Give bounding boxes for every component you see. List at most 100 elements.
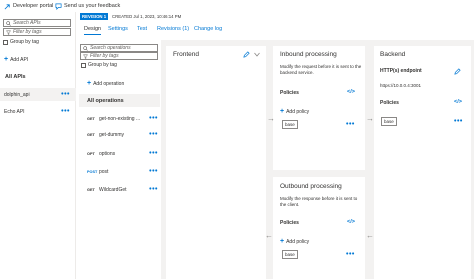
more-options-icon[interactable]: ••• <box>149 186 158 193</box>
api-item-dolphin[interactable]: dolphin_api ••• <box>0 88 76 101</box>
arrow-left-icon: ← <box>265 231 273 240</box>
code-editor-icon[interactable]: </> <box>347 219 355 225</box>
chevron-down-icon[interactable] <box>254 52 260 57</box>
more-options-icon[interactable]: ••• <box>149 168 158 175</box>
http-verb: GET <box>87 187 95 192</box>
plus-icon: + <box>87 80 92 87</box>
plus-icon: + <box>280 108 285 115</box>
developer-portal-link[interactable]: Developer portal <box>4 2 53 10</box>
tab-design[interactable]: Design <box>84 26 102 35</box>
http-verb: OPT <box>87 151 95 156</box>
search-apis-input[interactable]: Search APIs <box>3 19 71 27</box>
more-options-icon[interactable]: ••• <box>454 118 463 125</box>
inbound-panel: Inbound processing Modify the request be… <box>273 46 365 170</box>
outbound-title: Outbound processing <box>280 183 342 190</box>
operation-row[interactable]: GET WildcardGet ••• <box>79 183 160 196</box>
outbound-description: Modify the response before it is sent to… <box>280 196 358 207</box>
arrow-left-icon: ← <box>366 231 374 240</box>
http-verb: POST <box>87 169 98 174</box>
tab-settings[interactable]: Settings <box>108 26 128 32</box>
feedback-link[interactable]: Send us your feedback <box>55 2 120 10</box>
group-by-tag-label: Group by tag <box>10 39 39 45</box>
tab-change-log[interactable]: Change log <box>194 26 222 32</box>
more-options-icon[interactable]: ••• <box>149 115 158 122</box>
frontend-title: Frontend <box>173 51 200 58</box>
api-item-echo[interactable]: Echo API ••• <box>0 105 76 118</box>
add-api-button[interactable]: + Add API <box>4 56 28 63</box>
add-policy-label: Add policy <box>286 238 310 245</box>
all-operations-item[interactable]: All operations <box>79 94 160 107</box>
operation-row[interactable]: GET get-non-existing ... ••• <box>79 112 160 125</box>
policy-canvas: Frontend Inbound processing Modify the r… <box>161 40 474 279</box>
add-operation-label: Add operation <box>93 80 125 87</box>
filter-operations-input[interactable]: Filter by tags <box>80 52 158 60</box>
arrow-right-icon: → <box>267 114 275 123</box>
outbound-panel: Outbound processing Modify the response … <box>273 177 365 279</box>
more-options-icon[interactable]: ••• <box>149 150 158 157</box>
ops-group-by-tag-label: Group by tag <box>88 62 117 68</box>
filter-tags-placeholder: Filter by tags <box>13 29 42 35</box>
code-editor-icon[interactable]: </> <box>454 99 462 105</box>
feedback-icon <box>55 3 62 10</box>
filter-tags-input[interactable]: Filter by tags <box>3 28 71 36</box>
top-bar: Developer portal Send us your feedback <box>0 0 474 12</box>
filter-operations-placeholder: Filter by tags <box>90 53 119 59</box>
all-apis-heading: All APIs <box>5 74 26 80</box>
operation-row[interactable]: OPT options ••• <box>79 147 160 160</box>
checkbox-box[interactable] <box>81 62 86 68</box>
operation-name: options <box>99 150 116 157</box>
developer-portal-icon <box>4 3 10 9</box>
add-api-label: Add API <box>10 56 29 63</box>
group-by-tag-checkbox[interactable]: Group by tag <box>3 39 39 45</box>
search-operations-placeholder: Search operations <box>90 45 131 51</box>
revision-badge[interactable]: REVISION 1 <box>80 13 109 20</box>
operation-name: WildcardGet <box>99 186 127 193</box>
backend-panel: Backend HTTP(s) endpoint https://10.0.0.… <box>374 46 471 279</box>
add-policy-label: Add policy <box>286 108 310 115</box>
backend-title: Backend <box>380 51 406 58</box>
more-options-icon[interactable]: ••• <box>149 131 158 138</box>
api-sidebar: Search APIs Filter by tags Group by tag … <box>0 12 76 279</box>
tab-test[interactable]: Test <box>137 26 147 32</box>
more-options-icon[interactable]: ••• <box>346 121 355 128</box>
revision-created-text: CREATED Jul 1, 2023, 10:46:14 PM <box>112 14 182 19</box>
more-options-icon[interactable]: ••• <box>346 251 355 258</box>
search-icon <box>83 45 88 51</box>
operations-panel: Search operations Filter by tags Group b… <box>79 40 160 279</box>
plus-icon: + <box>4 56 9 63</box>
http-verb: GET <box>87 132 95 137</box>
backend-base-policy[interactable]: base <box>381 117 397 126</box>
more-options-icon[interactable]: ••• <box>61 91 70 98</box>
add-operation-button[interactable]: + Add operation <box>87 80 124 87</box>
api-item-label: dolphin_api <box>4 91 30 98</box>
inbound-description: Modify the request before it is sent to … <box>280 64 362 75</box>
operation-row[interactable]: GET get-dummy ••• <box>79 128 160 141</box>
plus-icon: + <box>280 238 285 245</box>
frontend-panel: Frontend <box>166 46 266 279</box>
operation-row[interactable]: POST post ••• <box>79 165 160 178</box>
tab-revisions[interactable]: Revisions (1) <box>157 26 189 32</box>
code-editor-icon[interactable]: </> <box>347 89 355 95</box>
more-options-icon[interactable]: ••• <box>61 108 70 115</box>
inbound-policies-label: Policies <box>280 90 299 96</box>
backend-endpoint-label: HTTP(s) endpoint <box>380 68 422 74</box>
arrow-right-icon: → <box>366 114 374 123</box>
inbound-title: Inbound processing <box>280 51 337 58</box>
developer-portal-label: Developer portal <box>13 3 54 9</box>
filter-icon <box>83 54 88 59</box>
outbound-add-policy-button[interactable]: + Add policy <box>280 238 309 245</box>
outbound-base-policy[interactable]: base <box>282 250 298 259</box>
api-item-label: Echo API <box>4 108 25 115</box>
edit-icon[interactable] <box>243 51 250 58</box>
operation-name: post <box>99 168 109 175</box>
search-operations-input[interactable]: Search operations <box>80 44 158 52</box>
inbound-add-policy-button[interactable]: + Add policy <box>280 108 309 115</box>
outbound-policies-label: Policies <box>280 220 299 226</box>
backend-endpoint-value: https://10.0.0.4:3001 <box>380 83 422 88</box>
ops-group-by-tag-checkbox[interactable]: Group by tag <box>81 62 117 68</box>
http-verb: GET <box>87 116 95 121</box>
inbound-base-policy[interactable]: base <box>282 120 298 129</box>
edit-icon[interactable] <box>454 68 461 75</box>
checkbox-box[interactable] <box>3 39 8 45</box>
revision-bar: REVISION 1 CREATED Jul 1, 2023, 10:46:14… <box>79 12 474 22</box>
